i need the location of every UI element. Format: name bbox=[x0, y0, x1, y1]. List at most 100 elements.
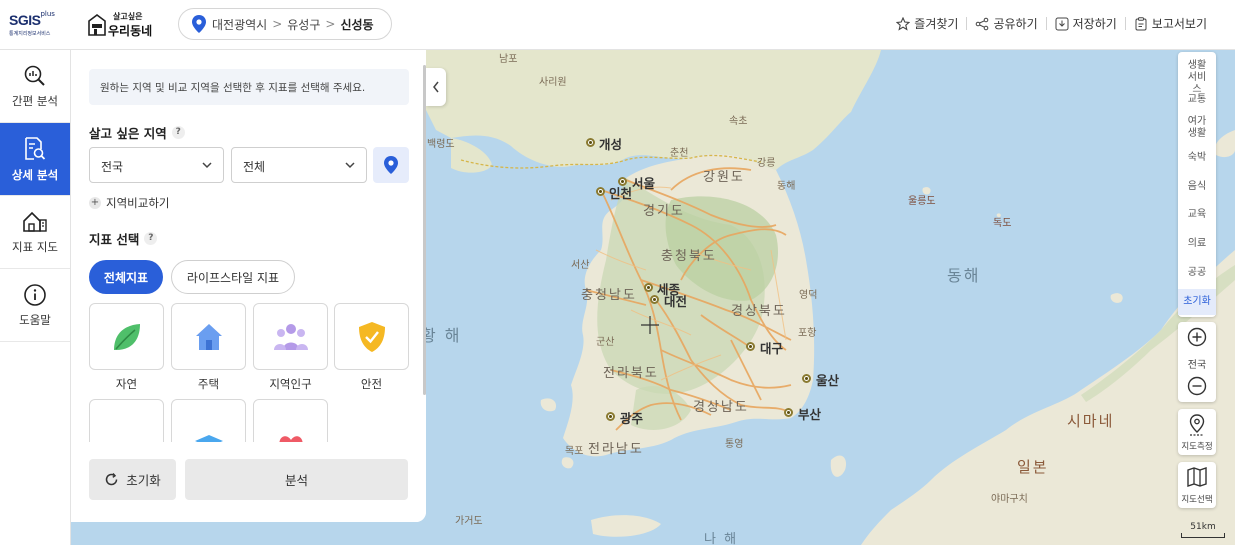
indicator-card-population[interactable] bbox=[253, 303, 328, 370]
sigungu-select-value: 전체 bbox=[243, 160, 266, 174]
help-icon[interactable]: ? bbox=[171, 126, 185, 139]
favorite-button[interactable]: 즐겨찾기 bbox=[896, 15, 958, 32]
indicator-card-nature[interactable] bbox=[89, 303, 164, 370]
map-label-daegu: 대구 bbox=[760, 341, 784, 356]
map-label-yellow-sea: 황 해 bbox=[421, 326, 462, 345]
zoom-level-label: 전국 bbox=[1187, 360, 1207, 371]
quick-analysis-icon bbox=[24, 65, 45, 86]
indicator-label-safety: 안전 bbox=[360, 377, 383, 391]
map-label-sokcho: 속초 bbox=[729, 116, 748, 127]
favorite-label: 즐겨찾기 bbox=[914, 17, 959, 31]
location-breadcrumb[interactable]: 대전광역시 > 유성구 > 신성동 bbox=[178, 8, 392, 40]
map-label-gyeongbuk: 경상북도 bbox=[731, 304, 787, 319]
map-label-yamaguchi: 야마구치 bbox=[991, 494, 1028, 505]
storefront-icon bbox=[88, 14, 106, 36]
map-measure-button[interactable]: 지도측정 bbox=[1178, 409, 1216, 455]
map-label-gunsan: 군산 bbox=[596, 337, 615, 348]
map-label-chuncheon: 춘천 bbox=[670, 148, 689, 159]
category-label: 생활 서비스 bbox=[1187, 60, 1207, 95]
report-label: 보고서보기 bbox=[1151, 17, 1207, 31]
header-actions: 즐겨찾기 공유하기 저장하기 보고서보기 bbox=[896, 15, 1207, 32]
city-dot bbox=[650, 295, 659, 304]
nav-label: 도움말 bbox=[19, 312, 51, 327]
nav-label: 상세 분석 bbox=[11, 167, 59, 182]
category-education[interactable]: 교육 bbox=[1178, 209, 1216, 221]
compare-label: 지역비교하기 bbox=[106, 196, 170, 210]
breadcrumb-sido[interactable]: 대전광역시 bbox=[212, 16, 267, 33]
logo-plus: plus bbox=[40, 10, 55, 18]
map-scale-bar: 51km bbox=[1181, 522, 1225, 538]
share-button[interactable]: 공유하기 bbox=[975, 15, 1038, 32]
zoom-in-icon[interactable] bbox=[1187, 327, 1207, 347]
chevron-left-icon bbox=[433, 81, 439, 93]
map-select-button[interactable]: 지도선택 bbox=[1178, 462, 1216, 508]
nav-label: 지표 지도 bbox=[12, 239, 58, 254]
current-location-button[interactable] bbox=[373, 147, 409, 183]
zoom-out-icon[interactable] bbox=[1187, 376, 1207, 396]
save-button[interactable]: 저장하기 bbox=[1055, 15, 1117, 32]
analyze-button[interactable]: 분석 bbox=[185, 459, 408, 500]
breadcrumb-dong[interactable]: 신성동 bbox=[340, 16, 373, 33]
indicator-label-population: 지역인구 bbox=[269, 377, 312, 391]
map-label-donghae-city: 동해 bbox=[777, 181, 796, 192]
map-label-gyeonggi: 경기도 bbox=[643, 204, 685, 219]
indicator-card-safety[interactable] bbox=[334, 303, 409, 370]
city-dot bbox=[606, 412, 615, 421]
tab-all-indicators[interactable]: 전체지표 bbox=[89, 260, 163, 294]
map-label-jeonbuk: 전라북도 bbox=[603, 366, 659, 381]
indicator-title-text: 지표 선택 bbox=[89, 232, 140, 247]
sido-select-value: 전국 bbox=[101, 160, 124, 174]
city-dot bbox=[746, 342, 755, 351]
map-select-label: 지도선택 bbox=[1181, 495, 1213, 505]
divider bbox=[966, 17, 968, 30]
category-public[interactable]: 공공 bbox=[1178, 267, 1216, 279]
report-button[interactable]: 보고서보기 bbox=[1134, 15, 1207, 32]
guide-text: 원하는 지역 및 비교 지역을 선택한 후 지표를 선택해 주세요. bbox=[89, 69, 409, 105]
sgis-logo[interactable]: SGISplus 통계지리정보서비스 bbox=[9, 10, 65, 40]
help-icon[interactable]: ? bbox=[144, 232, 158, 245]
nav-help[interactable]: 도움말 bbox=[0, 269, 70, 342]
compare-region-button[interactable]: + 지역비교하기 bbox=[89, 195, 169, 211]
breadcrumb-sigungu[interactable]: 유성구 bbox=[287, 16, 320, 33]
category-transport[interactable]: 교통 bbox=[1178, 94, 1216, 106]
service-logo[interactable]: 살고싶은 우리동네 bbox=[88, 11, 158, 39]
nav-indicator-map[interactable]: 지표 지도 bbox=[0, 196, 70, 269]
refresh-icon bbox=[106, 472, 118, 486]
map-label-chungnam: 충청남도 bbox=[581, 288, 637, 303]
scale-label: 51km bbox=[1190, 522, 1216, 532]
category-food[interactable]: 음식 bbox=[1178, 181, 1216, 193]
nav-detail-analysis[interactable]: 상세 분석 bbox=[0, 123, 70, 196]
star-icon bbox=[896, 16, 911, 31]
category-leisure[interactable]: 여가 생활 bbox=[1178, 116, 1216, 140]
map-label-gangwon: 강원도 bbox=[703, 170, 745, 185]
map-label-yeongdeok: 영덕 bbox=[799, 290, 818, 301]
nav-quick-analysis[interactable]: 간편 분석 bbox=[0, 50, 70, 123]
panel-scrollbar[interactable] bbox=[423, 65, 426, 395]
category-life-service[interactable]: 생활 서비스 bbox=[1178, 60, 1216, 96]
indicator-card-housing[interactable] bbox=[171, 303, 246, 370]
breadcrumb-chevron-icon: > bbox=[272, 17, 283, 31]
share-icon bbox=[976, 17, 989, 30]
map-label-south-sea: 나 해 bbox=[704, 532, 739, 545]
map-label-ulleungdo: 울릉도 bbox=[908, 196, 936, 207]
poi-category-column: 생활 서비스 교통 여가 생활 숙박 음식 교육 의료 공공 초기화 bbox=[1178, 52, 1216, 317]
download-icon bbox=[1055, 17, 1069, 30]
divider bbox=[1045, 17, 1047, 30]
category-reset-button[interactable]: 초기화 bbox=[1178, 289, 1216, 315]
map-label-gwangju: 광주 bbox=[620, 411, 644, 426]
tab-lifestyle-indicators[interactable]: 라이프스타일 지표 bbox=[171, 260, 295, 294]
map-label-kaesong: 개성 bbox=[599, 137, 623, 152]
sido-select[interactable]: 전국 bbox=[89, 147, 224, 183]
map-label-jeonnam: 전라남도 bbox=[588, 442, 644, 457]
panel-collapse-button[interactable] bbox=[426, 68, 446, 106]
reset-button[interactable]: 초기화 bbox=[89, 459, 176, 500]
sigungu-select[interactable]: 전체 bbox=[231, 147, 367, 183]
reset-label: 초기화 bbox=[126, 473, 161, 488]
panel-footer: 초기화 분석 bbox=[71, 442, 426, 522]
category-medical[interactable]: 의료 bbox=[1178, 238, 1216, 250]
chevron-down-icon bbox=[345, 162, 355, 169]
category-lodging[interactable]: 숙박 bbox=[1178, 152, 1216, 164]
city-dot bbox=[586, 138, 595, 147]
logo-text: SGIS bbox=[9, 12, 41, 28]
header-bar: SGISplus 통계지리정보서비스 살고싶은 우리동네 대전광역시 > 유성구… bbox=[0, 0, 1235, 50]
